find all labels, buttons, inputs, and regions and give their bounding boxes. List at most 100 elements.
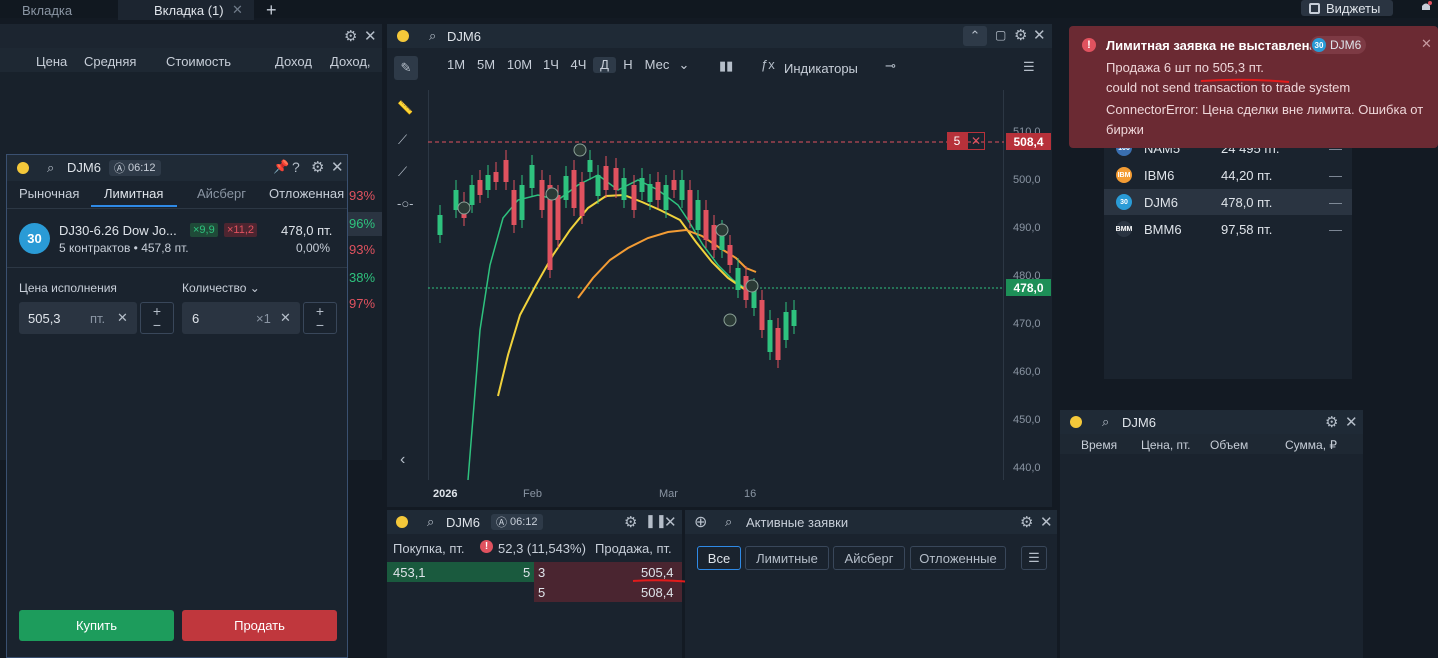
close-icon[interactable]: ✕	[1421, 36, 1432, 52]
close-icon[interactable]: ✕	[1033, 26, 1046, 44]
tf-5m[interactable]: 5М	[471, 57, 501, 73]
candle-body	[563, 176, 569, 200]
link-color-dot[interactable]	[17, 162, 29, 174]
order-cancel-icon[interactable]: ✕	[967, 132, 985, 150]
col-volume[interactable]: Объем	[1210, 438, 1248, 452]
add-icon[interactable]: ⊕	[694, 512, 707, 532]
minus-icon[interactable]: −	[316, 318, 324, 332]
close-icon[interactable]: ✕	[1040, 513, 1053, 531]
qty-stepper[interactable]: + −	[303, 302, 337, 334]
filter-all[interactable]: Все	[697, 546, 741, 570]
filter-iceberg[interactable]: Айсберг	[833, 546, 905, 570]
filter-pending[interactable]: Отложенные	[910, 546, 1006, 570]
gear-icon[interactable]: ⚙	[1325, 413, 1338, 431]
search-icon[interactable]: ⌕	[725, 514, 732, 530]
orderbook-ticker[interactable]: DJM6	[446, 515, 480, 530]
watchlist-row[interactable]: BMM BMM6 97,58 пт. —	[1104, 216, 1352, 242]
minus-icon[interactable]: −	[153, 318, 161, 332]
tab-market[interactable]: Рыночная	[19, 186, 79, 201]
settings-dots-icon[interactable]: ⊸	[885, 58, 896, 74]
trendline-icon[interactable]: ⟋	[398, 132, 407, 148]
tf-1h[interactable]: 1Ч	[538, 57, 564, 73]
link-color-dot[interactable]	[1070, 416, 1082, 428]
search-icon[interactable]: ⌕	[1102, 414, 1109, 430]
tf-week[interactable]: Н	[616, 57, 640, 73]
col-sum[interactable]: Сумма, ₽	[1285, 438, 1337, 452]
qty-input[interactable]: 6 ×1 ✕	[182, 302, 300, 334]
link-color-dot[interactable]	[397, 30, 409, 42]
brush-icon[interactable]: ⟋	[398, 164, 407, 180]
close-icon[interactable]: ✕	[1345, 413, 1358, 431]
gear-icon[interactable]: ⚙	[1020, 513, 1033, 531]
add-tab-icon[interactable]: +	[266, 0, 277, 20]
sell-button[interactable]: Продать	[182, 610, 337, 641]
close-icon[interactable]: ✕	[331, 158, 344, 176]
order-ticker[interactable]: DJM6	[67, 160, 101, 175]
watchlist-row[interactable]: 30 DJM6 478,0 пт. —	[1104, 189, 1352, 215]
qty-label[interactable]: Количество ⌄	[182, 281, 260, 295]
clear-price-icon[interactable]: ✕	[117, 310, 128, 326]
price-stepper[interactable]: + −	[140, 302, 174, 334]
pin-icon[interactable]: 📌	[273, 159, 289, 175]
close-icon[interactable]: ✕	[364, 27, 377, 45]
tab-limit[interactable]: Лимитная	[104, 186, 163, 201]
clear-drawings-icon[interactable]: ☰	[1023, 59, 1035, 75]
close-tab-icon[interactable]: ✕	[232, 0, 243, 20]
col-avg[interactable]: Средняя	[84, 54, 136, 69]
orderbook-time-chip: Ⓐ 06:12	[491, 514, 543, 530]
chevron-down-icon[interactable]: ⌄	[674, 57, 694, 73]
tab-vkladka[interactable]: Вкладка	[22, 0, 72, 20]
indicators-icon[interactable]: ƒx	[761, 57, 775, 72]
candle-body	[437, 215, 443, 235]
tab-iceberg[interactable]: Айсберг	[197, 186, 246, 201]
order-qty-tag[interactable]: 5	[947, 132, 967, 150]
tag-green: ×9,9	[190, 223, 218, 237]
instrument-change: 0,00%	[296, 241, 331, 255]
tf-month[interactable]: Мес	[640, 57, 674, 73]
maximize-icon[interactable]: ▢	[995, 28, 1006, 42]
help-icon[interactable]: ?	[292, 159, 300, 175]
gear-icon[interactable]: ⚙	[624, 513, 637, 531]
price-input[interactable]: 505,3 пт. ✕	[19, 302, 137, 334]
col-income[interactable]: Доход	[275, 54, 312, 69]
watchlist-row[interactable]: IBM IBM6 44,20 пт. —	[1104, 162, 1352, 188]
collapse-icon[interactable]: ⌃	[963, 26, 987, 46]
clear-filter-icon[interactable]: ☰	[1021, 546, 1047, 570]
filter-limit[interactable]: Лимитные	[745, 546, 829, 570]
pencil-icon[interactable]: ✎	[394, 56, 418, 80]
buy-button[interactable]: Купить	[19, 610, 174, 641]
search-icon[interactable]: ⌕	[427, 514, 434, 530]
widgets-button[interactable]: Виджеты	[1301, 0, 1393, 16]
tf-10m[interactable]: 10М	[501, 57, 538, 73]
candles-icon[interactable]: ▮▮	[719, 58, 733, 74]
col-price[interactable]: Цена, пт.	[1141, 438, 1191, 452]
chevron-left-icon[interactable]: ‹	[400, 451, 405, 469]
col-income-pct[interactable]: Доход,	[330, 54, 371, 69]
trades-ticker[interactable]: DJM6	[1122, 415, 1156, 430]
gear-icon[interactable]: ⚙	[344, 27, 357, 45]
search-icon[interactable]: ⌕	[47, 160, 54, 176]
search-icon[interactable]: ⌕	[429, 28, 436, 44]
tf-4h[interactable]: 4Ч	[564, 57, 593, 73]
plus-icon[interactable]: +	[153, 304, 161, 318]
tf-1m[interactable]: 1М	[441, 57, 471, 73]
clear-qty-icon[interactable]: ✕	[280, 310, 291, 326]
tab-pending[interactable]: Отложенная	[269, 186, 344, 201]
col-value[interactable]: Стоимость	[166, 54, 231, 69]
plus-icon[interactable]: +	[316, 304, 324, 318]
tf-day[interactable]: Д	[593, 57, 616, 73]
col-price[interactable]: Цена	[36, 54, 67, 69]
close-icon[interactable]: ✕	[664, 513, 677, 531]
chart-ticker[interactable]: DJM6	[447, 29, 481, 44]
gear-icon[interactable]: ⚙	[1014, 26, 1027, 44]
indicators-label[interactable]: Индикаторы	[784, 61, 858, 76]
ruler-icon[interactable]: 📏	[397, 100, 413, 116]
horizontal-line-icon[interactable]: -○-	[397, 196, 414, 211]
bell-icon[interactable]	[1418, 0, 1434, 14]
col-time[interactable]: Время	[1081, 438, 1117, 452]
link-color-dot[interactable]	[396, 516, 408, 528]
portfolio-pct: 93%	[349, 188, 376, 203]
candle-body	[631, 185, 637, 210]
order-time-chip: Ⓐ 06:12	[109, 160, 161, 176]
gear-icon[interactable]: ⚙	[311, 158, 324, 176]
